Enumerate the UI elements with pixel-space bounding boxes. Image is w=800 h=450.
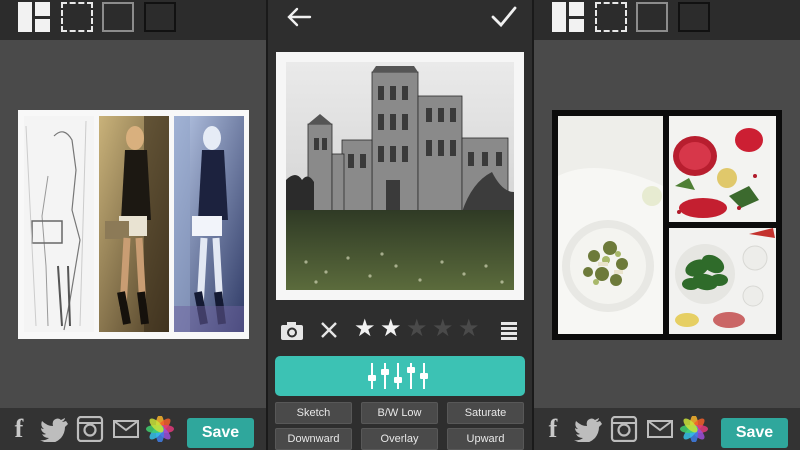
save-button[interactable]: Save [187,418,254,448]
adjust-sliders-button[interactable] [275,356,525,396]
facebook-icon[interactable]: f [5,416,33,442]
mail-icon[interactable] [112,416,140,442]
grid-layout-icon[interactable] [18,2,50,32]
castle-photo[interactable] [286,62,514,290]
no-border-layout-icon[interactable] [595,2,627,32]
collage-frame[interactable] [18,110,249,339]
adjust-icon[interactable] [500,320,518,342]
filter-saturate[interactable]: Saturate [447,402,524,424]
filter-sketch[interactable]: Sketch [275,402,352,424]
warm-photo[interactable] [99,116,169,332]
back-arrow-icon[interactable] [286,6,312,28]
black-border-layout-icon[interactable] [678,2,710,32]
app-screens: f Save ★ ★ ★ ★ ★ Sketch B/W Low Saturate… [0,0,800,450]
herbs-photo[interactable] [669,228,776,334]
collage-screen-right: f Save [534,0,800,450]
photos-icon[interactable] [680,415,708,443]
collage-frame[interactable] [552,110,782,340]
sketch-photo[interactable] [24,116,94,332]
gray-border-layout-icon[interactable] [102,2,134,32]
edit-toolbar [268,0,532,36]
filter-screen: ★ ★ ★ ★ ★ Sketch B/W Low Saturate Downwa… [268,0,532,450]
filter-upward[interactable]: Upward [447,428,524,450]
layout-toolbar [534,0,800,40]
save-button[interactable]: Save [721,418,788,448]
cool-photo[interactable] [174,116,244,332]
star-icon[interactable]: ★ [406,316,428,342]
star-icon[interactable]: ★ [380,316,402,342]
camera-icon[interactable] [280,320,304,342]
sliders-icon [368,363,428,389]
check-icon[interactable] [490,5,518,29]
filter-downward[interactable]: Downward [275,428,352,450]
star-icon[interactable]: ★ [458,316,480,342]
star-icon[interactable]: ★ [354,316,376,342]
gray-border-layout-icon[interactable] [636,2,668,32]
twitter-icon[interactable] [574,416,602,444]
instagram-icon[interactable] [610,415,638,443]
close-icon[interactable] [319,320,339,340]
filter-bw-low[interactable]: B/W Low [361,402,438,424]
black-border-layout-icon[interactable] [144,2,176,32]
photo-frame [276,52,524,300]
pomegranate-photo[interactable] [669,116,776,222]
instagram-icon[interactable] [76,415,104,443]
grid-layout-icon[interactable] [552,2,584,32]
layout-toolbar [0,0,266,40]
filter-overlay[interactable]: Overlay [361,428,438,450]
no-border-layout-icon[interactable] [61,2,93,32]
twitter-icon[interactable] [40,416,68,444]
photos-icon[interactable] [146,415,174,443]
collage-screen-left: f Save [0,0,266,450]
mail-icon[interactable] [646,416,674,442]
star-icon[interactable]: ★ [432,316,454,342]
salad-photo[interactable] [558,116,663,334]
facebook-icon[interactable]: f [539,416,567,442]
